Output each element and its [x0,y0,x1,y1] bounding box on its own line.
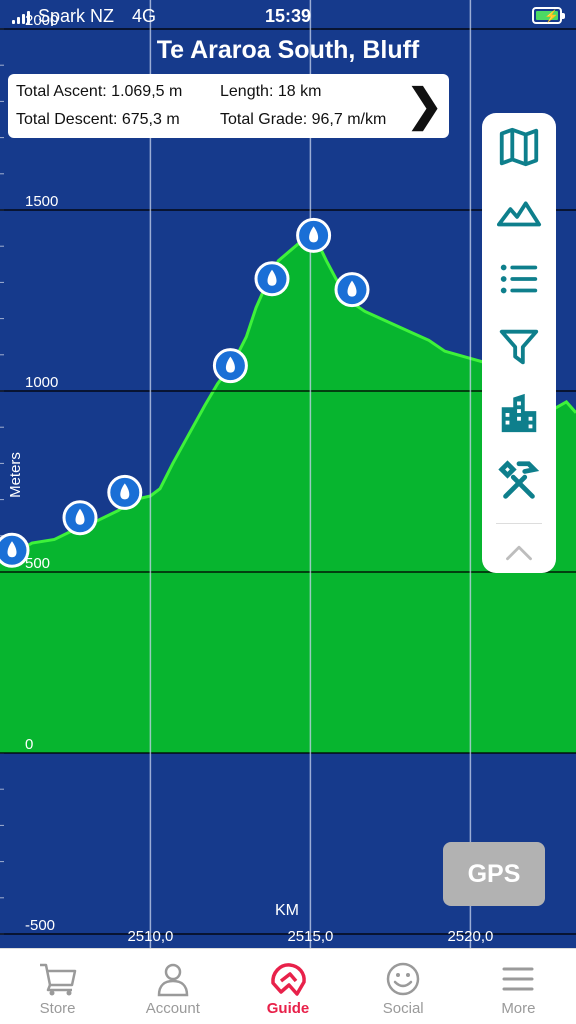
smiley-icon [386,962,420,996]
total-ascent: Total Ascent: 1.069,5 m [16,83,183,100]
tool-panel [482,113,556,573]
water-drop-marker [334,272,370,308]
person-icon [157,963,189,997]
total-grade: Total Grade: 96,7 m/km [220,111,387,128]
chevron-right-icon[interactable]: ❯ [406,84,443,128]
filter-icon[interactable] [482,319,556,375]
tab-more[interactable]: More [461,949,576,1024]
y-tick-label: 0 [25,736,33,753]
y-tick-label: 1500 [25,193,58,210]
page-title: Te Araroa South, Bluff [156,36,420,64]
menu-icon [502,967,534,991]
guide-icon [271,963,306,996]
status-time: 15:39 [264,6,312,26]
tab-label: Guide [266,1000,310,1017]
battery-icon: ⚡ [532,7,565,24]
y-tick-label: -500 [25,917,55,934]
tab-label: Store [39,1000,76,1017]
buildings-icon[interactable] [482,385,556,441]
x-tick-label: 2510,0 [127,928,173,945]
y-tick-label: 500 [25,555,50,572]
tab-account[interactable]: Account [115,949,230,1024]
tab-label: Account [145,1000,200,1017]
x-tick-label: 2520,0 [447,928,493,945]
x-axis-label: KM [275,902,299,919]
water-drop-marker [254,261,290,297]
map-icon[interactable] [482,119,556,175]
total-descent: Total Descent: 675,3 m [16,111,180,128]
toolbar-divider [496,523,542,524]
length: Length: 18 km [220,83,322,100]
collapse-icon[interactable] [482,525,556,581]
status-bar: Spark NZ 4G 15:39 ⚡ [0,0,576,32]
cart-icon [39,963,76,996]
tab-store[interactable]: Store [0,949,115,1024]
tools-icon[interactable] [482,453,556,509]
water-drop-marker [296,217,332,253]
tab-guide[interactable]: Guide [230,949,345,1024]
stats-panel[interactable]: Total Ascent: 1.069,5 m Length: 18 km To… [8,74,449,138]
y-tick-label: 1000 [25,374,58,391]
tab-label: Social [382,1000,424,1017]
tab-social[interactable]: Social [346,949,461,1024]
elevation-icon[interactable] [482,185,556,241]
gps-button[interactable]: GPS [443,842,545,906]
water-drop-marker [212,348,248,384]
list-icon[interactable] [482,251,556,307]
water-drop-marker [107,474,143,510]
x-tick-label: 2515,0 [287,928,333,945]
water-drop-marker [0,532,30,568]
y-axis-label: Meters [7,452,24,498]
tab-bar: Store Account Guide Social More [0,948,576,1024]
tab-label: More [501,1000,536,1017]
water-drop-marker [62,500,98,536]
